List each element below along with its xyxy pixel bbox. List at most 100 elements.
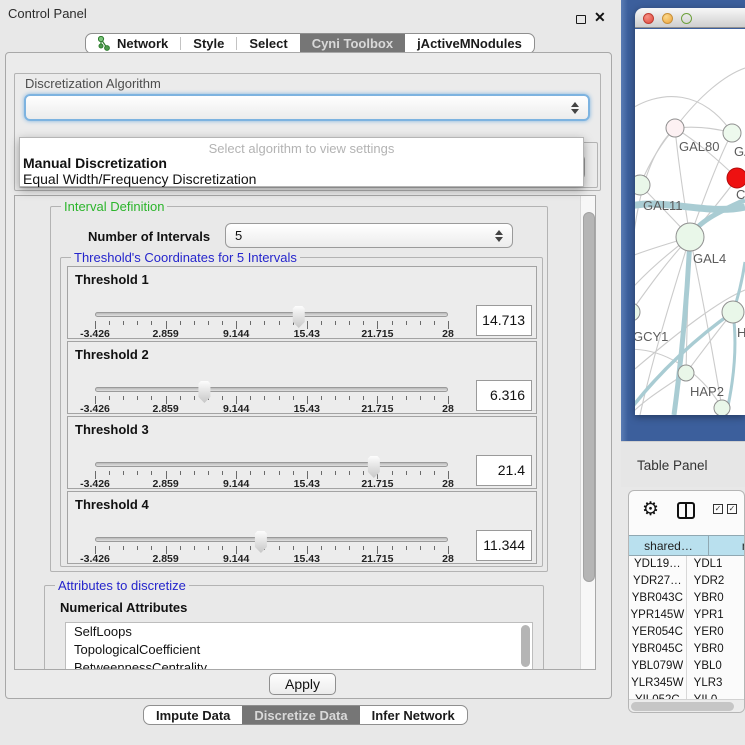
- number-of-intervals-combo[interactable]: 5: [225, 223, 513, 248]
- close-icon[interactable]: ✕: [594, 10, 606, 24]
- threshold-value-field[interactable]: 11.344: [476, 530, 532, 561]
- slider-track[interactable]: [95, 387, 448, 392]
- list-scrollbar[interactable]: [521, 625, 530, 667]
- split-columns-icon[interactable]: [677, 502, 695, 519]
- slider-tick: [250, 546, 251, 550]
- tab-select[interactable]: Select: [237, 34, 299, 53]
- threshold-value-field[interactable]: 14.713: [476, 305, 532, 336]
- table-row[interactable]: YER054CYER0: [629, 624, 745, 641]
- slider-scale-label: 2.859: [152, 328, 178, 340]
- network-node[interactable]: [635, 175, 650, 195]
- tab-impute-data[interactable]: Impute Data: [144, 706, 242, 724]
- table-header-row: shared…na: [629, 535, 745, 556]
- slider-tick: [208, 321, 209, 325]
- slider-tick: [194, 321, 195, 325]
- algorithm-option-manual-discretization[interactable]: Manual Discretization: [23, 155, 167, 171]
- network-view-window[interactable]: GAL80GACGAL11GAL4HGCY1HAP2: [635, 8, 745, 415]
- tab-cyni-toolbox[interactable]: Cyni Toolbox: [300, 34, 405, 53]
- table-row[interactable]: YIL052CYIL0: [629, 692, 745, 699]
- attribute-item-topologicalcoefficient[interactable]: TopologicalCoefficient: [66, 641, 532, 659]
- threshold-value-field[interactable]: 21.4: [476, 455, 532, 486]
- table-cell: YBR045C: [629, 641, 687, 658]
- slider-tick: [363, 321, 364, 325]
- checkbox-icon[interactable]: ✓: [727, 504, 737, 514]
- tab-jactivemnodules[interactable]: jActiveMNodules: [405, 34, 534, 53]
- attributes-legend: Attributes to discretize: [55, 578, 189, 593]
- slider-scale-label: 28: [442, 403, 454, 415]
- table-row[interactable]: YLR345WYLR3: [629, 675, 745, 692]
- minimize-traffic-light-icon[interactable]: [662, 13, 673, 24]
- column-header-na[interactable]: na: [709, 535, 745, 556]
- checkbox-icon[interactable]: ✓: [713, 504, 723, 514]
- float-window-icon[interactable]: [576, 15, 586, 24]
- table-cell: YDR27…: [629, 573, 687, 590]
- table-row[interactable]: YPR145WYPR1: [629, 607, 745, 624]
- threshold-value-field[interactable]: 6.316: [476, 380, 532, 411]
- numerical-attributes-list[interactable]: SelfLoopsTopologicalCoefficientBetweenne…: [65, 622, 533, 670]
- close-traffic-light-icon[interactable]: [643, 13, 654, 24]
- network-node[interactable]: [676, 223, 704, 251]
- slider-tick: [392, 546, 393, 550]
- table-row[interactable]: YDR27…YDR2: [629, 573, 745, 590]
- network-node-label: GAL4: [693, 251, 726, 266]
- slider-thumb[interactable]: [197, 381, 212, 403]
- network-node[interactable]: [666, 119, 684, 137]
- slider-scale-label: 28: [442, 328, 454, 340]
- horizontal-scrollbar[interactable]: [629, 699, 745, 712]
- slider-tick: [151, 471, 152, 475]
- apply-button[interactable]: Apply: [269, 673, 336, 695]
- algorithm-combo[interactable]: [24, 94, 590, 121]
- network-node[interactable]: [727, 168, 745, 188]
- table-cell: YBR0: [687, 641, 745, 658]
- slider-tick: [406, 396, 407, 400]
- slider-track[interactable]: [95, 462, 448, 467]
- slider-scale-label: 28: [442, 478, 454, 490]
- slider-track[interactable]: [95, 537, 448, 542]
- panel-scrollbar-thumb[interactable]: [583, 212, 595, 582]
- zoom-traffic-light-icon[interactable]: [681, 13, 692, 24]
- slider-tick: [434, 396, 435, 400]
- threshold-row-3: Threshold 3-3.4262.8599.14415.4321.71528…: [67, 416, 537, 489]
- tab-network[interactable]: Network: [86, 34, 180, 53]
- combo-stepper-icon: [571, 96, 579, 119]
- slider-tick: [293, 546, 294, 550]
- slider-tick: [123, 471, 124, 475]
- table-panel-title: Table Panel: [637, 458, 708, 473]
- slider-tick: [335, 396, 336, 400]
- network-node[interactable]: [723, 124, 741, 142]
- tab-discretize-data[interactable]: Discretize Data: [242, 706, 359, 724]
- network-node[interactable]: [635, 303, 640, 321]
- slider-tick: [363, 471, 364, 475]
- number-of-intervals-value: 5: [235, 228, 242, 243]
- tab-infer-network[interactable]: Infer Network: [360, 706, 467, 724]
- slider-tick: [194, 396, 195, 400]
- threshold-label: Threshold 4: [75, 497, 149, 512]
- network-node[interactable]: [678, 365, 694, 381]
- table-cell: YDL19…: [629, 556, 687, 573]
- network-window-titlebar[interactable]: [635, 8, 745, 28]
- algorithm-option-equal-width-frequency-discretization[interactable]: Equal Width/Frequency Discretization: [23, 171, 256, 187]
- slider-tick: [406, 546, 407, 550]
- top-tab-bar: NetworkStyleSelectCyni ToolboxjActiveMNo…: [85, 33, 535, 54]
- network-node[interactable]: [722, 301, 744, 323]
- table-row[interactable]: YBR045CYBR0: [629, 641, 745, 658]
- table-cell: YDR2: [687, 573, 745, 590]
- attribute-item-selfloops[interactable]: SelfLoops: [66, 623, 532, 641]
- network-node[interactable]: [714, 400, 730, 415]
- horizontal-scrollbar-thumb[interactable]: [631, 702, 734, 711]
- table-row[interactable]: YBR043CYBR0: [629, 590, 745, 607]
- network-canvas[interactable]: GAL80GACGAL11GAL4HGCY1HAP2: [635, 29, 745, 415]
- slider-thumb[interactable]: [253, 531, 268, 553]
- panel-scrollbar-track[interactable]: [580, 196, 596, 669]
- slider-tick: [123, 546, 124, 550]
- table-row[interactable]: YBL079WYBL0: [629, 658, 745, 675]
- network-node-label: HAP2: [690, 384, 724, 399]
- gear-icon[interactable]: ⚙: [642, 499, 659, 521]
- column-header-shared[interactable]: shared…: [629, 535, 709, 556]
- attribute-item-betweennesscentrality[interactable]: BetweennessCentrality: [66, 659, 532, 670]
- table-row[interactable]: YDL19…YDL1: [629, 556, 745, 573]
- tab-style[interactable]: Style: [181, 34, 236, 53]
- slider-thumb[interactable]: [366, 456, 381, 478]
- slider-track[interactable]: [95, 312, 448, 317]
- slider-tick: [293, 396, 294, 400]
